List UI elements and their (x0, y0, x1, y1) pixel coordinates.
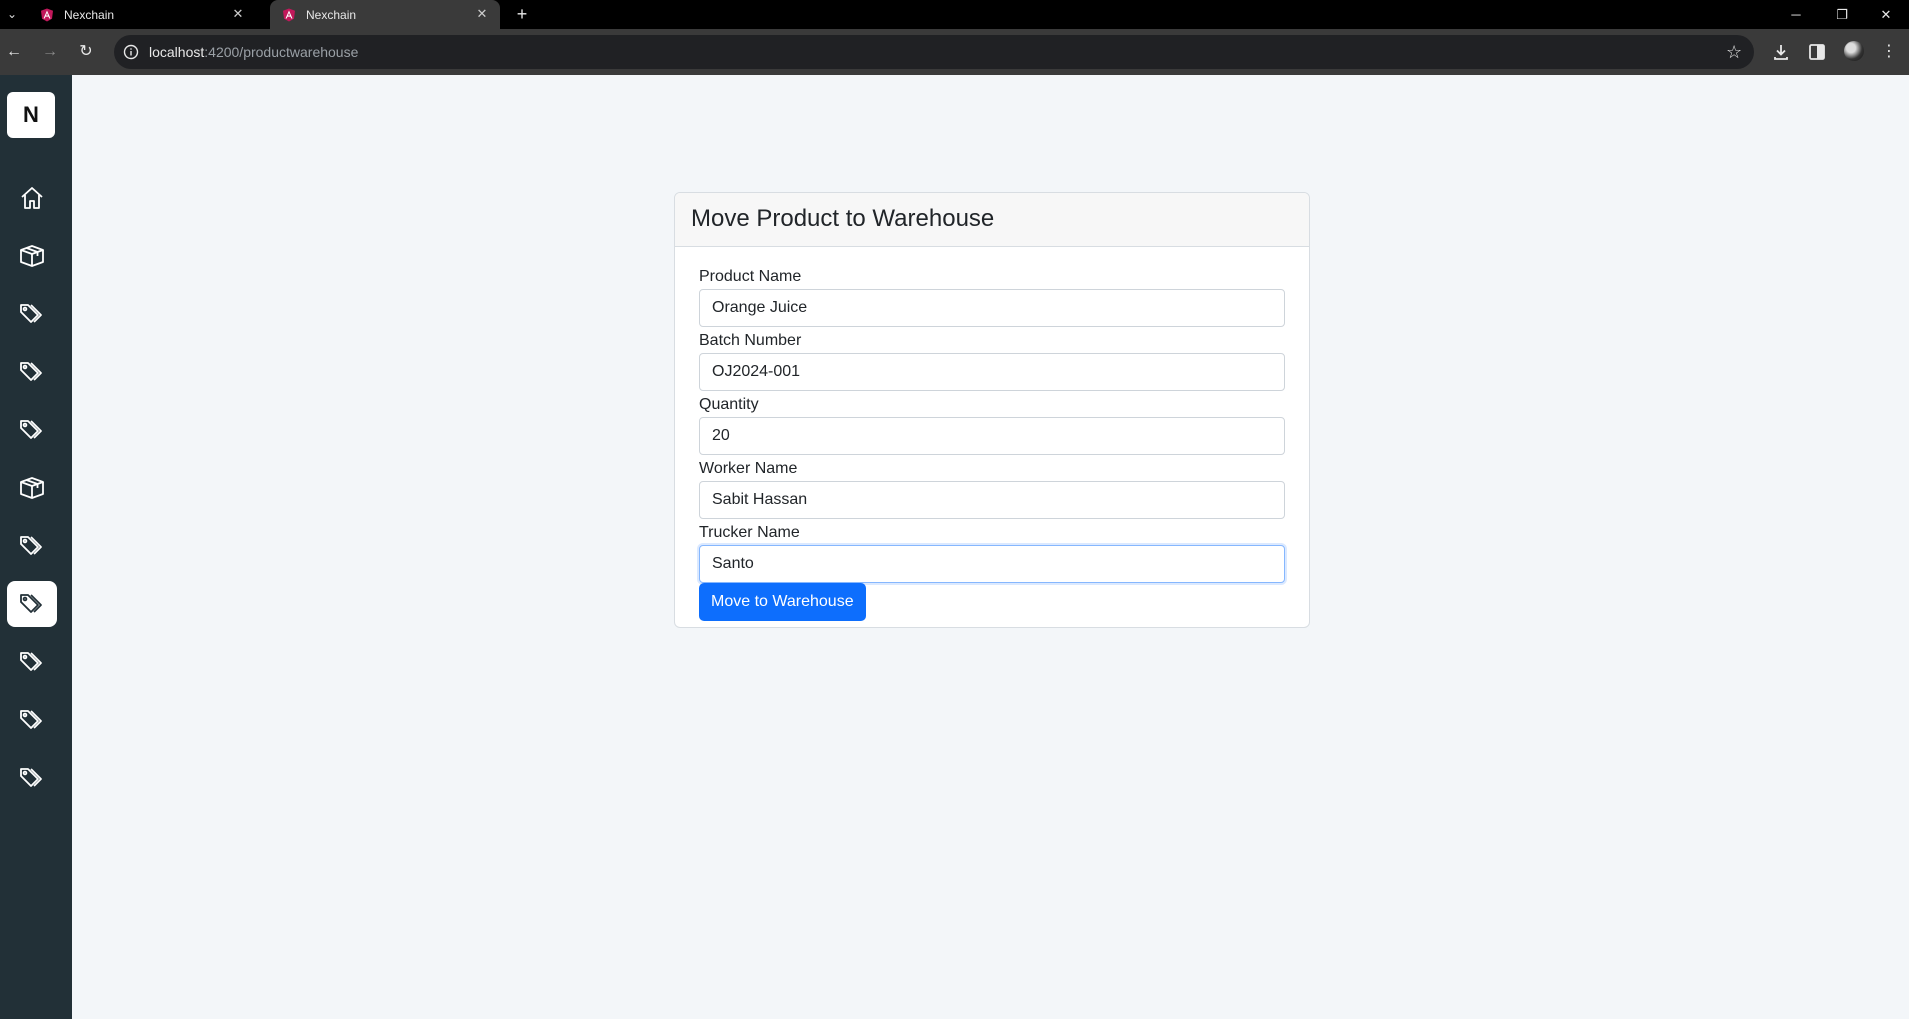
restore-window-icon[interactable]: ❐ (1819, 0, 1865, 29)
download-icon[interactable] (1770, 41, 1792, 63)
close-window-icon[interactable]: ✕ (1863, 0, 1909, 29)
close-tab-icon[interactable]: ✕ (230, 6, 246, 22)
url-text: localhost:4200/productwarehouse (149, 44, 358, 60)
tab-title: Nexchain (64, 8, 115, 22)
profile-avatar[interactable] (1844, 41, 1864, 61)
box-icon (17, 241, 47, 271)
side-panel-icon[interactable] (1806, 41, 1828, 63)
sidebar-item-10[interactable] (7, 697, 57, 743)
browser-tab-bar: ⌄ Nexchain ✕ Nexchain ✕ + ─ ❐ ✕ (0, 0, 1909, 29)
sidebar-item-6[interactable] (7, 465, 57, 511)
tag-icon (17, 357, 47, 387)
product-name-label: Product Name (699, 268, 802, 285)
tag-icon (17, 647, 47, 677)
sidebar-item-11[interactable] (7, 755, 57, 801)
browser-toolbar: ← → ↻ localhost:4200/productwarehouse ☆ … (0, 29, 1909, 75)
sidebar-item-2[interactable] (7, 233, 57, 279)
sidebar-item-4[interactable] (7, 349, 57, 395)
sidebar-item-1[interactable] (7, 175, 57, 221)
move-to-warehouse-button[interactable]: Move to Warehouse (699, 583, 866, 621)
site-info-icon[interactable] (123, 44, 139, 60)
move-product-card: Move Product to Warehouse Product Name B… (674, 192, 1310, 628)
browser-tab-2[interactable]: Nexchain ✕ (270, 0, 500, 29)
bookmark-star-icon[interactable]: ☆ (1726, 43, 1744, 61)
trucker-name-input[interactable] (699, 545, 1285, 583)
new-tab-plus-icon[interactable]: + (512, 4, 532, 24)
close-tab-icon[interactable]: ✕ (474, 6, 490, 22)
move-product-form: Product Name Batch Number Quantity Worke… (675, 247, 1309, 627)
trucker-name-label: Trucker Name (699, 524, 800, 541)
app-logo[interactable]: N (7, 92, 55, 138)
tag-icon (17, 299, 47, 329)
tag-icon (17, 415, 47, 445)
product-name-input[interactable] (699, 289, 1285, 327)
quantity-input[interactable] (699, 417, 1285, 455)
angular-favicon-icon (41, 8, 53, 22)
browser-menu-icon[interactable]: ⋮ (1878, 41, 1900, 63)
url-path: :4200/productwarehouse (204, 44, 359, 60)
back-arrow-icon[interactable]: ← (2, 40, 26, 64)
tab-title: Nexchain (306, 8, 357, 22)
tag-icon (17, 531, 47, 561)
sidebar-item-8[interactable] (7, 581, 57, 627)
box-icon (17, 473, 47, 503)
tab-list-chevron-icon[interactable]: ⌄ (4, 6, 20, 22)
forward-arrow-icon[interactable]: → (38, 40, 62, 64)
page-title: Move Product to Warehouse (691, 205, 995, 232)
browser-tab-1[interactable]: Nexchain ✕ (28, 0, 256, 29)
reload-icon[interactable]: ↻ (74, 40, 98, 64)
sidebar-item-5[interactable] (7, 407, 57, 453)
tag-icon (17, 705, 47, 735)
worker-name-input[interactable] (699, 481, 1285, 519)
sidebar-item-3[interactable] (7, 291, 57, 337)
card-header: Move Product to Warehouse (675, 193, 1309, 247)
tag-icon (17, 763, 47, 793)
app-sidebar: N (0, 75, 72, 1019)
url-host: localhost (149, 44, 205, 60)
home-icon (17, 183, 47, 213)
sidebar-item-9[interactable] (7, 639, 57, 685)
batch-number-label: Batch Number (699, 332, 802, 349)
worker-name-label: Worker Name (699, 460, 798, 477)
batch-number-input[interactable] (699, 353, 1285, 391)
address-bar[interactable]: localhost:4200/productwarehouse ☆ (114, 35, 1754, 69)
tag-icon (17, 589, 47, 619)
minimize-window-icon[interactable]: ─ (1773, 0, 1819, 29)
sidebar-item-7[interactable] (7, 523, 57, 569)
angular-favicon-icon (283, 8, 295, 22)
quantity-label: Quantity (699, 396, 759, 413)
